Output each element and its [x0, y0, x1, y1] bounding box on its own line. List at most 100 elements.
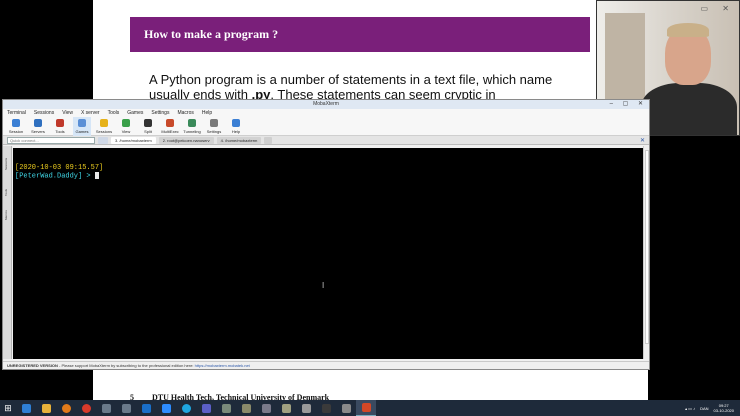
system-tray: ▴ ▭ ♪ DAN 09:27 03-10-2020 [685, 403, 740, 413]
menu-item-view[interactable]: View [62, 109, 73, 117]
status-bar: UNREGISTERED VERSION - Please support Mo… [3, 361, 649, 369]
menu-item-sessions[interactable]: Sessions [34, 109, 54, 117]
screen: How to make a program ? A Python program… [0, 0, 740, 416]
tab-bar: Quick connect... 3. /home/mobaxterm 2. r… [3, 136, 649, 145]
help-button[interactable]: Help [227, 117, 245, 136]
taskbar-app-14[interactable] [296, 400, 316, 416]
window-titlebar[interactable]: MobaXterm – ▢ ✕ [3, 100, 649, 109]
quick-connect-input[interactable]: Quick connect... [7, 136, 95, 144]
taskbar-app-9[interactable] [196, 400, 216, 416]
settings-icon [210, 119, 218, 127]
taskbar-app-6[interactable] [136, 400, 156, 416]
taskbar-app-12[interactable] [256, 400, 276, 416]
sidebar-label-sessions: Sessions [4, 157, 8, 170]
menu-bar: Terminal Sessions View X server Tools Games Se… [3, 109, 649, 117]
home-tab-icon[interactable] [98, 136, 108, 144]
unregistered-label: UNREGISTERED VERSION [7, 363, 58, 368]
sessions-button[interactable]: Sessions [95, 117, 113, 136]
app-icon [341, 403, 351, 413]
ibeam-cursor-icon: I [322, 281, 325, 290]
slide-body-text: A Python program is a number of statemen… [149, 72, 579, 102]
tunneling-icon [188, 119, 196, 127]
split-icon [144, 119, 152, 127]
app-icon [221, 403, 231, 413]
clock-date: 03-10-2020 [713, 408, 734, 413]
clock[interactable]: 09:27 03-10-2020 [714, 403, 734, 413]
firefox-icon [61, 403, 71, 413]
taskbar-app-0[interactable] [16, 400, 36, 416]
sidebar-label-tools: Tools [4, 188, 8, 196]
help-label: Help [231, 129, 241, 134]
tab-1[interactable]: 3. /home/mobaxterm [111, 136, 156, 144]
taskbar-app-13[interactable] [276, 400, 296, 416]
taskbar-app-17[interactable] [356, 400, 376, 416]
menu-item-x-server[interactable]: X server [81, 109, 100, 117]
taskbar-app-15[interactable] [316, 400, 336, 416]
menu-item-terminal[interactable]: Terminal [7, 109, 26, 117]
side-panel-tabs: Sessions Tools Macros [3, 146, 12, 359]
help-icon [232, 119, 240, 127]
tools-icon [56, 119, 64, 127]
taskbar-app-2[interactable] [56, 400, 76, 416]
main-area: Sessions Tools Macros [2020-10-03 09:15.… [3, 146, 649, 359]
taskbar-app-3[interactable] [76, 400, 96, 416]
menu-item-macros[interactable]: Macros [177, 109, 193, 117]
settings-label: Settings [206, 129, 222, 134]
tunneling-button[interactable]: Tunneling [183, 117, 201, 136]
outlook-icon [141, 403, 151, 413]
app-icon [261, 403, 271, 413]
split-button[interactable]: Split [139, 117, 157, 136]
taskbar-app-1[interactable] [36, 400, 56, 416]
menu-item-games[interactable]: Games [127, 109, 143, 117]
webcam-person-hair [667, 23, 709, 37]
app-icon [281, 403, 291, 413]
webcam-person-body [641, 83, 737, 135]
multiexec-button[interactable]: MultiExec [161, 117, 179, 136]
view-icon [122, 119, 130, 127]
skype-icon [181, 403, 191, 413]
games-icon [78, 119, 86, 127]
session-button[interactable]: Session [7, 117, 25, 136]
tab-2[interactable]: 2. root@pelcoen.nanoserv [158, 136, 214, 144]
webcam-controls[interactable]: ▭ ✕ [701, 4, 735, 13]
menu-item-settings[interactable]: Settings [151, 109, 169, 117]
close-icon[interactable]: ✕ [640, 137, 645, 144]
app-icon [121, 403, 131, 413]
status-link[interactable]: https://mobaxterm.mobatek.net [195, 363, 250, 368]
taskbar-app-7[interactable] [156, 400, 176, 416]
taskbar-app-5[interactable] [116, 400, 136, 416]
taskbar-app-10[interactable] [216, 400, 236, 416]
servers-icon [34, 119, 42, 127]
view-button[interactable]: View [117, 117, 135, 136]
windows-start-icon[interactable]: ⊞ [0, 400, 16, 416]
games-button[interactable]: Games [73, 117, 91, 136]
taskbar-app-11[interactable] [236, 400, 256, 416]
language-indicator[interactable]: DAN [700, 406, 708, 411]
taskbar-app-4[interactable] [96, 400, 116, 416]
session-icon [12, 119, 20, 127]
servers-button[interactable]: Servers [29, 117, 47, 136]
window-controls[interactable]: – ▢ ✕ [610, 100, 647, 109]
settings-button[interactable]: Settings [205, 117, 223, 136]
zoom-icon [161, 403, 171, 413]
sidebar-item-tools[interactable]: Tools [4, 184, 11, 196]
tools-button[interactable]: Tools [51, 117, 69, 136]
tab-3[interactable]: 4. /home/mobaxterm [216, 136, 262, 144]
text-cursor [94, 172, 99, 179]
app-icon [321, 403, 331, 413]
taskbar-app-16[interactable] [336, 400, 356, 416]
menu-item-tools[interactable]: Tools [108, 109, 120, 117]
tray-icons[interactable]: ▴ ▭ ♪ [685, 406, 695, 411]
sidebar-item-sessions[interactable]: Sessions [4, 158, 11, 170]
app-icon [301, 403, 311, 413]
taskbar-app-8[interactable] [176, 400, 196, 416]
new-tab-button[interactable] [264, 136, 273, 144]
scrollbar-thumb[interactable] [645, 150, 649, 344]
session-label: Session [8, 129, 24, 134]
sidebar-item-macros[interactable]: Macros [4, 208, 11, 220]
multiexec-label: MultiExec [161, 129, 179, 134]
menu-item-help[interactable]: Help [202, 109, 212, 117]
vertical-scrollbar[interactable] [643, 146, 649, 359]
terminal-pane[interactable]: [2020-10-03 09:15.57] [PeterWad.Daddy] > [13, 148, 645, 359]
sidebar-label-macros: Macros [4, 210, 8, 220]
